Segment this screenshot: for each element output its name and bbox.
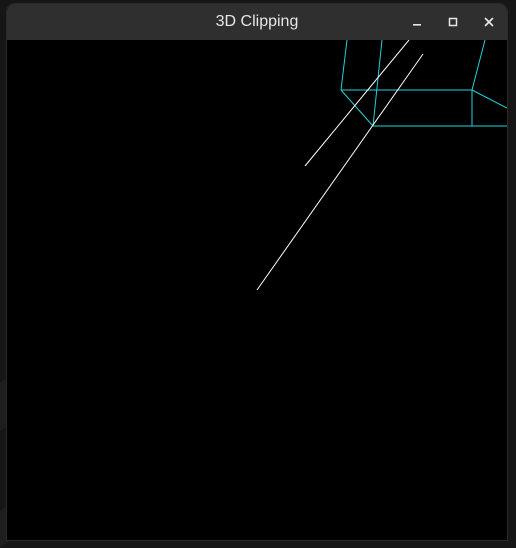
drawing-canvas[interactable]: [7, 40, 507, 540]
box-edge: [340, 89, 374, 127]
app-window: 3D Clipping: [7, 4, 507, 540]
minimize-button[interactable]: [405, 10, 429, 34]
clipping-scene: [256, 40, 507, 291]
box-edge: [471, 40, 486, 91]
minimize-icon: [413, 24, 421, 26]
box-edge: [471, 89, 507, 109]
close-icon: [484, 17, 494, 27]
close-button[interactable]: [477, 10, 501, 34]
box-edge: [372, 40, 383, 127]
clipped-line: [256, 53, 424, 291]
clipped-box-wireframe: [340, 40, 507, 127]
maximize-button[interactable]: [441, 10, 465, 34]
maximize-icon: [448, 17, 458, 27]
window-titlebar[interactable]: 3D Clipping: [7, 4, 507, 40]
box-edge: [340, 40, 348, 91]
clipped-lines: [256, 40, 424, 291]
window-title: 3D Clipping: [215, 13, 299, 30]
